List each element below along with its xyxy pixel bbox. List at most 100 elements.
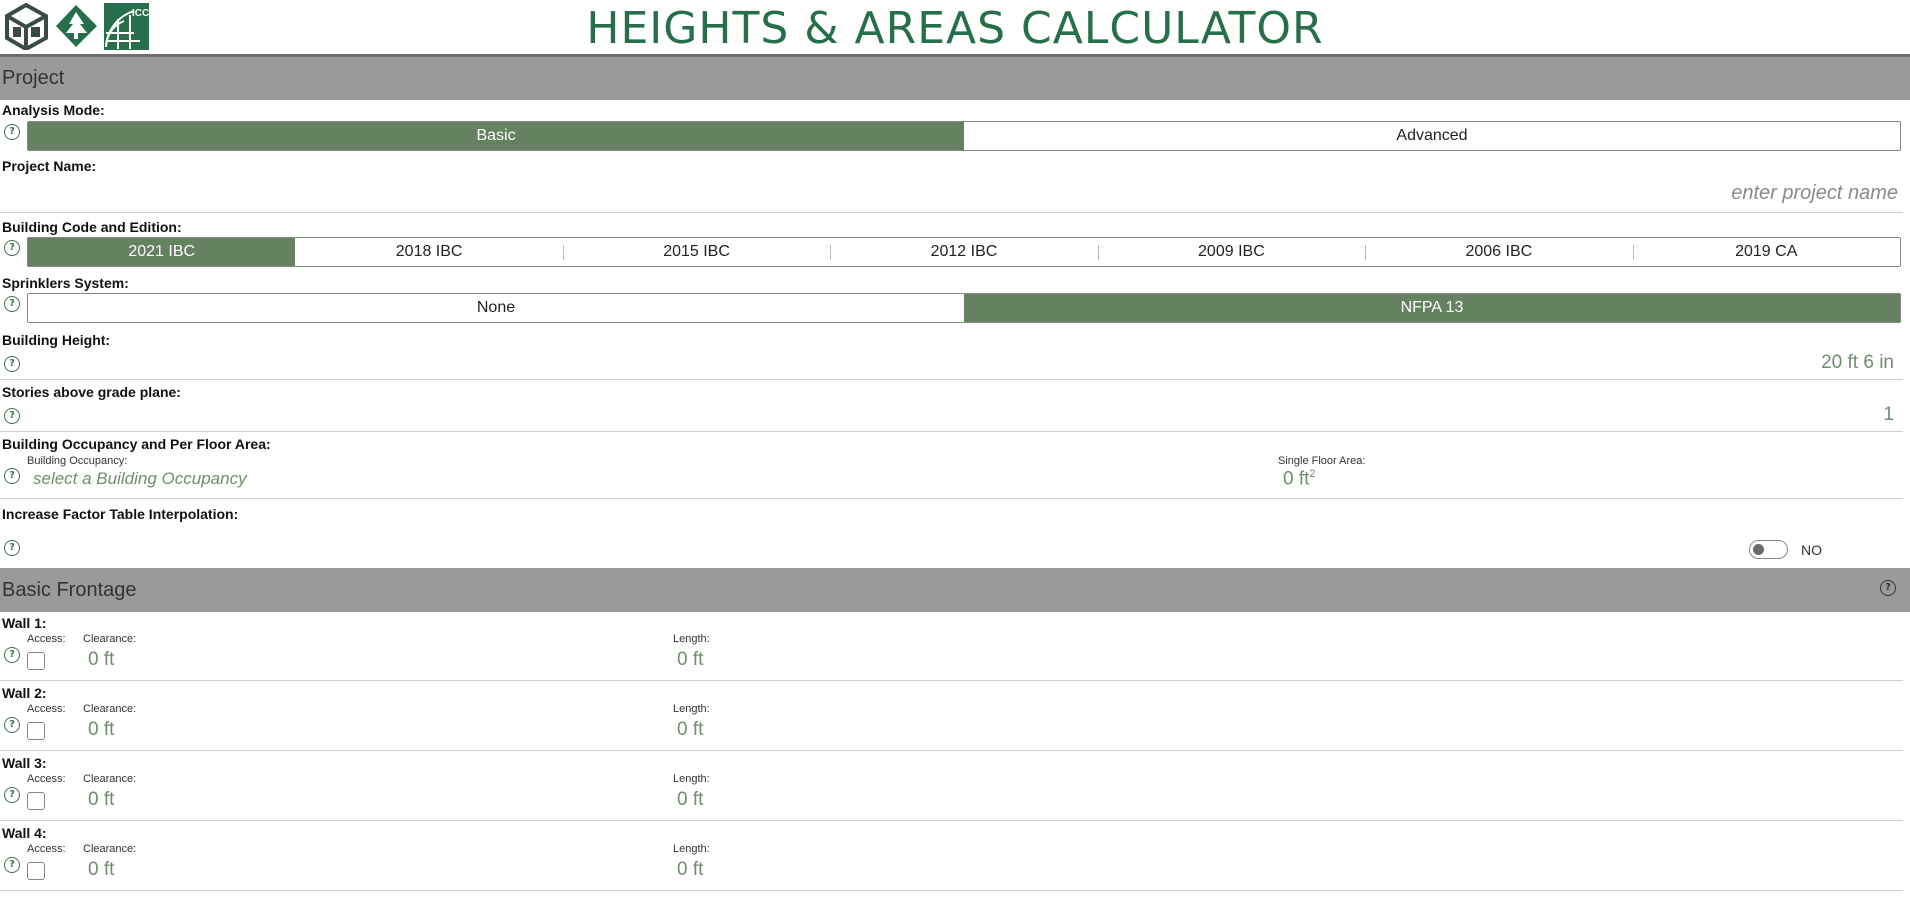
access-checkbox[interactable] bbox=[27, 792, 45, 810]
floor-area-label: Single Floor Area: bbox=[1278, 455, 1366, 467]
length-input[interactable]: 0 ft bbox=[677, 649, 703, 671]
occupancy-section-label: Building Occupancy and Per Floor Area: bbox=[2, 436, 271, 452]
project-name-label: Project Name: bbox=[2, 158, 97, 174]
code-option[interactable]: 2019 CA bbox=[1632, 238, 1900, 266]
analysis-mode-row: Analysis Mode: ? Basic Advanced bbox=[0, 100, 1910, 154]
help-icon[interactable]: ? bbox=[4, 717, 20, 733]
clearance-label: Clearance: bbox=[83, 843, 137, 855]
help-icon[interactable]: ? bbox=[4, 647, 20, 663]
mode-advanced-button[interactable]: Advanced bbox=[964, 122, 1900, 150]
clearance-label: Clearance: bbox=[83, 703, 137, 715]
project-section-header: Project bbox=[0, 57, 1910, 100]
app-header: ICC HEIGHTS & AREAS CALCULATOR bbox=[0, 0, 1910, 57]
sprinklers-nfpa13-button[interactable]: NFPA 13 bbox=[964, 294, 1900, 322]
access-checkbox[interactable] bbox=[27, 652, 45, 670]
sprinklers-none-button[interactable]: None bbox=[28, 294, 964, 322]
building-height-row: Building Height: ? 20 ft 6 in bbox=[0, 330, 1910, 382]
wall-row: Wall 2: Access: Clearance: Length: ? 0 f… bbox=[0, 682, 1910, 752]
length-label: Length: bbox=[673, 633, 710, 645]
sprinklers-label: Sprinklers System: bbox=[2, 275, 129, 291]
code-option[interactable]: 2021 IBC bbox=[28, 238, 296, 266]
building-height-label: Building Height: bbox=[2, 332, 111, 348]
length-label: Length: bbox=[673, 843, 710, 855]
wall-label: Wall 1: bbox=[2, 615, 47, 631]
wall-label: Wall 3: bbox=[2, 755, 47, 771]
project-name-input[interactable]: enter project name bbox=[1731, 182, 1898, 205]
floor-area-value: 0 ft bbox=[1283, 468, 1310, 490]
help-icon[interactable]: ? bbox=[4, 468, 20, 484]
help-icon[interactable]: ? bbox=[4, 124, 20, 140]
access-label: Access: bbox=[27, 703, 66, 715]
help-icon[interactable]: ? bbox=[1880, 580, 1896, 596]
divider bbox=[0, 890, 1903, 891]
help-icon[interactable]: ? bbox=[4, 408, 20, 424]
wall-row: Wall 4: Access: Clearance: Length: ? 0 f… bbox=[0, 822, 1910, 892]
access-label: Access: bbox=[27, 773, 66, 785]
clearance-input[interactable]: 0 ft bbox=[88, 649, 114, 671]
help-icon[interactable]: ? bbox=[4, 240, 20, 256]
wall-label: Wall 4: bbox=[2, 825, 47, 841]
help-icon[interactable]: ? bbox=[4, 857, 20, 873]
help-icon[interactable]: ? bbox=[4, 356, 20, 372]
divider bbox=[0, 379, 1903, 380]
section-title: Project bbox=[2, 67, 65, 89]
clearance-input[interactable]: 0 ft bbox=[88, 719, 114, 741]
interpolation-toggle[interactable] bbox=[1749, 540, 1788, 559]
length-input[interactable]: 0 ft bbox=[677, 719, 703, 741]
access-label: Access: bbox=[27, 843, 66, 855]
occupancy-label: Building Occupancy: bbox=[27, 455, 128, 467]
divider bbox=[0, 431, 1903, 432]
access-checkbox[interactable] bbox=[27, 862, 45, 880]
code-option[interactable]: 2015 IBC bbox=[562, 238, 830, 266]
sprinklers-row: Sprinklers System: ? None NFPA 13 bbox=[0, 273, 1910, 330]
page-title: HEIGHTS & AREAS CALCULATOR bbox=[586, 3, 1324, 54]
wall-row: Wall 3: Access: Clearance: Length: ? 0 f… bbox=[0, 752, 1910, 822]
help-icon[interactable]: ? bbox=[4, 296, 20, 312]
wall-label: Wall 2: bbox=[2, 685, 47, 701]
frontage-section-header: Basic Frontage ? bbox=[0, 568, 1910, 612]
clearance-label: Clearance: bbox=[83, 773, 137, 785]
floor-area-input[interactable]: 0 ft2 bbox=[1283, 468, 1316, 490]
clearance-input[interactable]: 0 ft bbox=[88, 859, 114, 881]
interpolation-row: Increase Factor Table Interpolation: ? N… bbox=[0, 504, 1910, 568]
area-unit-superscript: 2 bbox=[1309, 468, 1316, 480]
interpolation-state-label: NO bbox=[1801, 542, 1822, 558]
analysis-mode-toggle: Basic Advanced bbox=[27, 121, 1901, 151]
interpolation-label: Increase Factor Table Interpolation: bbox=[2, 506, 239, 522]
code-option[interactable]: 2012 IBC bbox=[830, 238, 1097, 266]
building-height-input[interactable]: 20 ft 6 in bbox=[1821, 352, 1894, 374]
occupancy-row: Building Occupancy and Per Floor Area: B… bbox=[0, 434, 1910, 504]
clearance-input[interactable]: 0 ft bbox=[88, 789, 114, 811]
length-input[interactable]: 0 ft bbox=[677, 859, 703, 881]
building-code-row: Building Code and Edition: ? 2021 IBC 20… bbox=[0, 217, 1910, 273]
occupancy-select[interactable]: select a Building Occupancy bbox=[33, 469, 247, 489]
section-title: Basic Frontage bbox=[2, 579, 137, 601]
mode-basic-button[interactable]: Basic bbox=[28, 122, 964, 150]
code-option[interactable]: 2009 IBC bbox=[1097, 238, 1365, 266]
stories-label: Stories above grade plane: bbox=[2, 384, 181, 400]
clearance-label: Clearance: bbox=[83, 633, 137, 645]
divider bbox=[0, 212, 1903, 213]
analysis-mode-label: Analysis Mode: bbox=[2, 102, 105, 118]
stories-row: Stories above grade plane: ? 1 bbox=[0, 382, 1910, 434]
toggle-knob bbox=[1753, 544, 1764, 555]
divider bbox=[0, 680, 1903, 681]
length-label: Length: bbox=[673, 773, 710, 785]
length-label: Length: bbox=[673, 703, 710, 715]
code-option[interactable]: 2018 IBC bbox=[295, 238, 562, 266]
code-option[interactable]: 2006 IBC bbox=[1365, 238, 1632, 266]
wall-row: Wall 1: Access: Clearance: Length: ? 0 f… bbox=[0, 612, 1910, 682]
sprinklers-toggle: None NFPA 13 bbox=[27, 293, 1901, 323]
help-icon[interactable]: ? bbox=[4, 787, 20, 803]
building-code-selector: 2021 IBC 2018 IBC 2015 IBC 2012 IBC 2009… bbox=[27, 237, 1901, 267]
access-checkbox[interactable] bbox=[27, 722, 45, 740]
building-code-label: Building Code and Edition: bbox=[2, 219, 182, 235]
length-input[interactable]: 0 ft bbox=[677, 789, 703, 811]
stories-input[interactable]: 1 bbox=[1883, 404, 1894, 426]
divider bbox=[0, 820, 1903, 821]
access-label: Access: bbox=[27, 633, 66, 645]
divider bbox=[0, 750, 1903, 751]
divider bbox=[0, 498, 1903, 499]
help-icon[interactable]: ? bbox=[4, 540, 20, 556]
project-name-row: Project Name: enter project name bbox=[0, 154, 1910, 217]
